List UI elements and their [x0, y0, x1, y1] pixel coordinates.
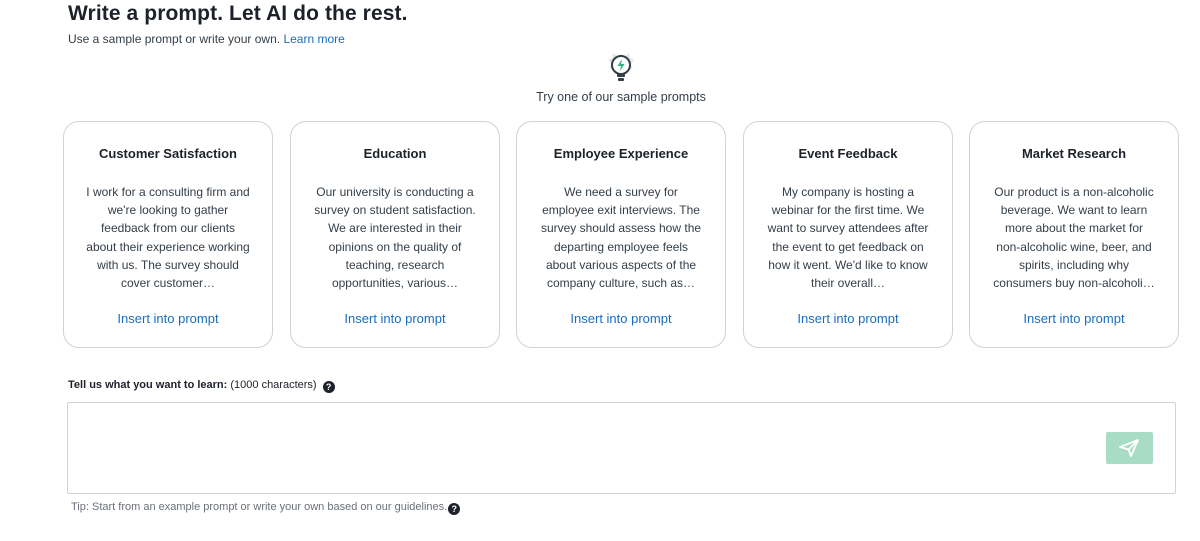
sample-prompts-intro: Try one of our sample prompts: [536, 90, 706, 104]
insert-into-prompt-link[interactable]: Insert into prompt: [291, 311, 499, 326]
card-body: We need a survey for employee exit inter…: [540, 185, 702, 291]
prompt-box: [67, 402, 1176, 494]
lightbulb-icon: [608, 53, 634, 81]
card-title: Education: [363, 146, 427, 161]
help-icon[interactable]: ?: [448, 503, 461, 515]
insert-into-prompt-link[interactable]: Insert into prompt: [970, 311, 1178, 326]
ai-survey-builder: Write a prompt. Let AI do the rest. Use …: [0, 0, 1200, 541]
page-title: Write a prompt. Let AI do the rest.: [68, 2, 408, 25]
sample-card-event-feedback: Event Feedback My company is hosting a w…: [743, 121, 953, 348]
card-title: Event Feedback: [798, 146, 898, 161]
card-body: Our university is conducting a survey on…: [314, 185, 476, 291]
learn-more-link[interactable]: Learn more: [283, 32, 344, 46]
sample-card-customer-satisfaction: Customer Satisfaction I work for a consu…: [63, 121, 273, 348]
prompt-label-text: Tell us what you want to learn:: [68, 379, 228, 391]
sample-card-education: Education Our university is conducting a…: [290, 121, 500, 348]
tip-label: Tip: Start from an example prompt or wri…: [71, 501, 448, 513]
send-icon: [1119, 439, 1139, 457]
prompt-label: Tell us what you want to learn: (1000 ch…: [68, 379, 335, 393]
sample-card-market-research: Market Research Our product is a non-alc…: [969, 121, 1179, 348]
tip-text: Tip: Start from an example prompt or wri…: [71, 501, 461, 515]
character-limit: (1000 characters): [230, 379, 317, 391]
send-button[interactable]: [1106, 432, 1153, 464]
subtitle-text: Use a sample prompt or write your own.: [68, 32, 281, 46]
card-title: Customer Satisfaction: [99, 146, 237, 161]
card-title: Market Research: [1021, 146, 1127, 161]
insert-into-prompt-link[interactable]: Insert into prompt: [64, 311, 272, 326]
prompt-input[interactable]: [78, 413, 1098, 483]
sample-card-employee-experience: Employee Experience We need a survey for…: [516, 121, 726, 348]
card-body: My company is hosting a webinar for the …: [767, 185, 929, 291]
card-title: Employee Experience: [553, 146, 689, 161]
card-body: I work for a consulting firm and we're l…: [86, 185, 250, 291]
insert-into-prompt-link[interactable]: Insert into prompt: [744, 311, 952, 326]
card-body: Our product is a non-alcoholic beverage.…: [993, 185, 1155, 291]
help-icon[interactable]: ?: [322, 381, 335, 393]
insert-into-prompt-link[interactable]: Insert into prompt: [517, 311, 725, 326]
page-subtitle: Use a sample prompt or write your own. L…: [68, 32, 345, 46]
